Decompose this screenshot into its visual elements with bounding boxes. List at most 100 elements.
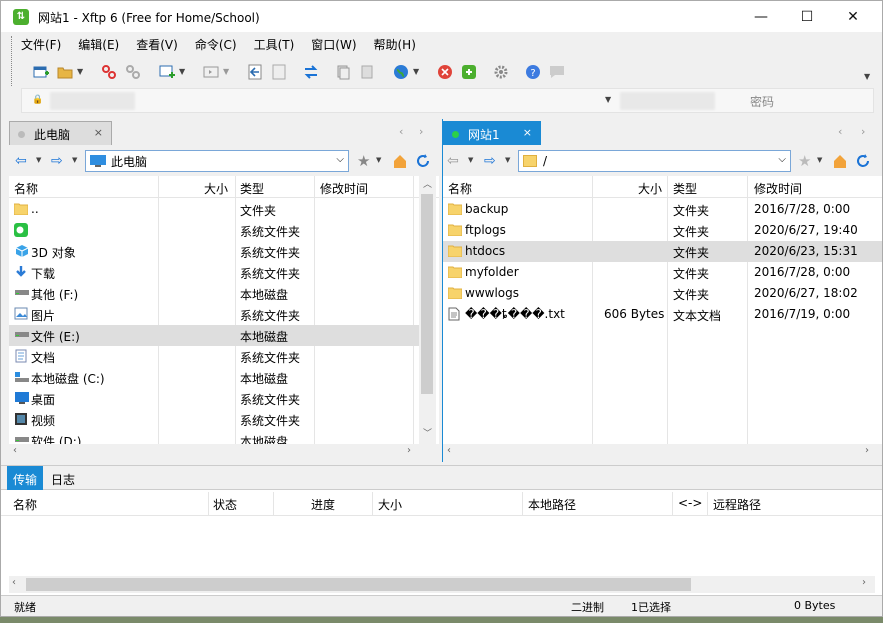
upload-icon[interactable] <box>247 64 263 80</box>
maximize-button[interactable]: ☐ <box>784 1 830 32</box>
col-modified[interactable]: 修改时间 <box>320 180 368 197</box>
back-arrow-icon[interactable]: ⇦ <box>15 153 27 169</box>
copy-icon[interactable] <box>335 64 351 80</box>
col-status[interactable]: 状态 <box>213 496 237 513</box>
local-path-box[interactable]: 此电脑 ⌵ <box>85 150 349 172</box>
local-horizontal-scrollbar[interactable]: ‹ › <box>9 444 439 461</box>
col-size[interactable]: 大小 <box>638 180 662 197</box>
scroll-thumb[interactable] <box>26 578 691 591</box>
new-tab-icon[interactable] <box>159 64 175 80</box>
col-type[interactable]: 类型 <box>673 180 697 197</box>
tab-scroll-left-icon[interactable]: ‹ <box>838 125 842 138</box>
chevron-down-icon[interactable]: ▼ <box>468 156 473 164</box>
scroll-left-icon[interactable]: ‹ <box>12 577 16 588</box>
file-row[interactable]: 文件 (E:) 本地磁盘 <box>9 325 419 346</box>
back-arrow-icon[interactable]: ⇦ <box>447 153 459 169</box>
chevron-down-icon[interactable]: ⌵ <box>778 154 786 165</box>
col-local-path[interactable]: 本地路径 <box>528 496 576 513</box>
col-name[interactable]: 名称 <box>14 180 38 197</box>
scroll-left-icon[interactable]: ‹ <box>447 445 451 456</box>
scroll-right-icon[interactable]: › <box>862 577 866 588</box>
file-row[interactable]: 图片 系统文件夹 <box>9 304 439 325</box>
xshell-icon[interactable] <box>437 64 453 80</box>
scroll-up-icon[interactable]: ︿ <box>423 177 432 190</box>
file-row[interactable]: 3D 对象 系统文件夹 <box>9 241 439 262</box>
password-input[interactable]: 密码 <box>750 93 774 110</box>
chevron-down-icon[interactable]: ▼ <box>179 67 185 76</box>
file-row[interactable]: backup 文件夹 2016/7/28, 0:00 <box>443 199 882 220</box>
file-row[interactable]: .. 文件夹 <box>9 199 439 220</box>
local-vertical-scrollbar[interactable]: ︿ ﹀ <box>419 176 436 444</box>
col-modified[interactable]: 修改时间 <box>754 180 802 197</box>
tab-scroll-right-icon[interactable]: › <box>419 125 423 138</box>
tab-close-icon[interactable]: × <box>94 126 103 139</box>
new-session-icon[interactable] <box>33 64 49 80</box>
close-button[interactable]: ✕ <box>830 1 876 32</box>
download-file-icon[interactable] <box>271 64 287 80</box>
chevron-down-icon[interactable]: ⌵ <box>336 154 344 165</box>
xftp-icon[interactable] <box>461 64 477 80</box>
home-icon[interactable] <box>392 153 408 169</box>
toolbar-overflow-icon[interactable]: ▼ <box>864 72 870 81</box>
forward-arrow-icon[interactable]: ⇨ <box>51 153 63 169</box>
file-row[interactable]: 其他 (F:) 本地磁盘 <box>9 283 439 304</box>
file-row[interactable]: 视频 系统文件夹 <box>9 409 439 430</box>
chat-icon[interactable] <box>549 64 565 80</box>
chevron-down-icon[interactable]: ▼ <box>223 67 229 76</box>
file-row[interactable]: htdocs 文件夹 2020/6/23, 15:31 <box>443 241 882 262</box>
sync-icon[interactable] <box>303 64 319 80</box>
host-input[interactable] <box>50 92 135 110</box>
file-row[interactable]: 本地磁盘 (C:) 本地磁盘 <box>9 367 439 388</box>
col-type[interactable]: 类型 <box>240 180 264 197</box>
paste-icon[interactable] <box>359 64 375 80</box>
file-row[interactable]: 系统文件夹 <box>9 220 439 241</box>
disconnect-icon[interactable] <box>125 64 141 80</box>
chevron-down-icon[interactable]: ▼ <box>36 156 41 164</box>
connect-icon[interactable] <box>101 64 117 80</box>
menu-edit[interactable]: 编辑(E) <box>68 36 126 53</box>
chevron-down-icon[interactable]: ▼ <box>376 156 381 164</box>
chevron-down-icon[interactable]: ▼ <box>505 156 510 164</box>
open-folder-icon[interactable] <box>57 64 73 80</box>
file-row[interactable]: ftplogs 文件夹 2020/6/27, 19:40 <box>443 220 882 241</box>
file-row[interactable]: wwwlogs 文件夹 2020/6/27, 18:02 <box>443 283 882 304</box>
tab-scroll-right-icon[interactable]: › <box>861 125 865 138</box>
scroll-thumb[interactable] <box>421 194 433 394</box>
globe-icon[interactable] <box>393 64 409 80</box>
menu-window[interactable]: 窗口(W) <box>301 36 363 53</box>
file-row[interactable]: 文档 系统文件夹 <box>9 346 439 367</box>
terminal-icon[interactable] <box>203 64 219 80</box>
tab-scroll-left-icon[interactable]: ‹ <box>399 125 403 138</box>
chevron-down-icon[interactable]: ▼ <box>817 156 822 164</box>
menu-help[interactable]: 帮助(H) <box>364 36 423 53</box>
chevron-down-icon[interactable]: ▼ <box>72 156 77 164</box>
settings-gear-icon[interactable] <box>493 64 509 80</box>
help-icon[interactable]: ? <box>525 64 541 80</box>
home-icon[interactable] <box>832 153 848 169</box>
col-size[interactable]: 大小 <box>378 496 402 513</box>
menu-command[interactable]: 命令(C) <box>185 36 244 53</box>
scroll-right-icon[interactable]: › <box>407 445 411 456</box>
minimize-button[interactable]: — <box>738 1 784 32</box>
tab-close-icon[interactable]: × <box>523 126 532 139</box>
tab-remote[interactable]: 网站1 × <box>443 121 541 145</box>
menu-file[interactable]: 文件(F) <box>11 36 68 53</box>
refresh-icon[interactable] <box>855 153 871 169</box>
tab-log[interactable]: 日志 <box>45 466 81 490</box>
scroll-down-icon[interactable]: ﹀ <box>423 426 432 439</box>
scroll-left-icon[interactable]: ‹ <box>13 445 17 456</box>
forward-arrow-icon[interactable]: ⇨ <box>484 153 496 169</box>
username-input[interactable] <box>620 92 715 110</box>
scroll-right-icon[interactable]: › <box>865 445 869 456</box>
col-direction[interactable]: <-> <box>678 496 702 510</box>
chevron-down-icon[interactable]: ▼ <box>413 67 419 76</box>
chevron-down-icon[interactable]: ▼ <box>77 67 83 76</box>
col-name[interactable]: 名称 <box>448 180 472 197</box>
transfer-horizontal-scrollbar[interactable]: ‹ › <box>9 576 875 593</box>
favorites-star-icon[interactable]: ★ <box>798 152 811 170</box>
menu-view[interactable]: 查看(V) <box>126 36 185 53</box>
col-size[interactable]: 大小 <box>204 180 228 197</box>
file-row[interactable]: ���ȶ���.txt 606 Bytes 文本文档 2016/7/19, 0:00 <box>443 304 882 325</box>
menu-tools[interactable]: 工具(T) <box>244 36 302 53</box>
remote-path-box[interactable]: / ⌵ <box>518 150 791 172</box>
